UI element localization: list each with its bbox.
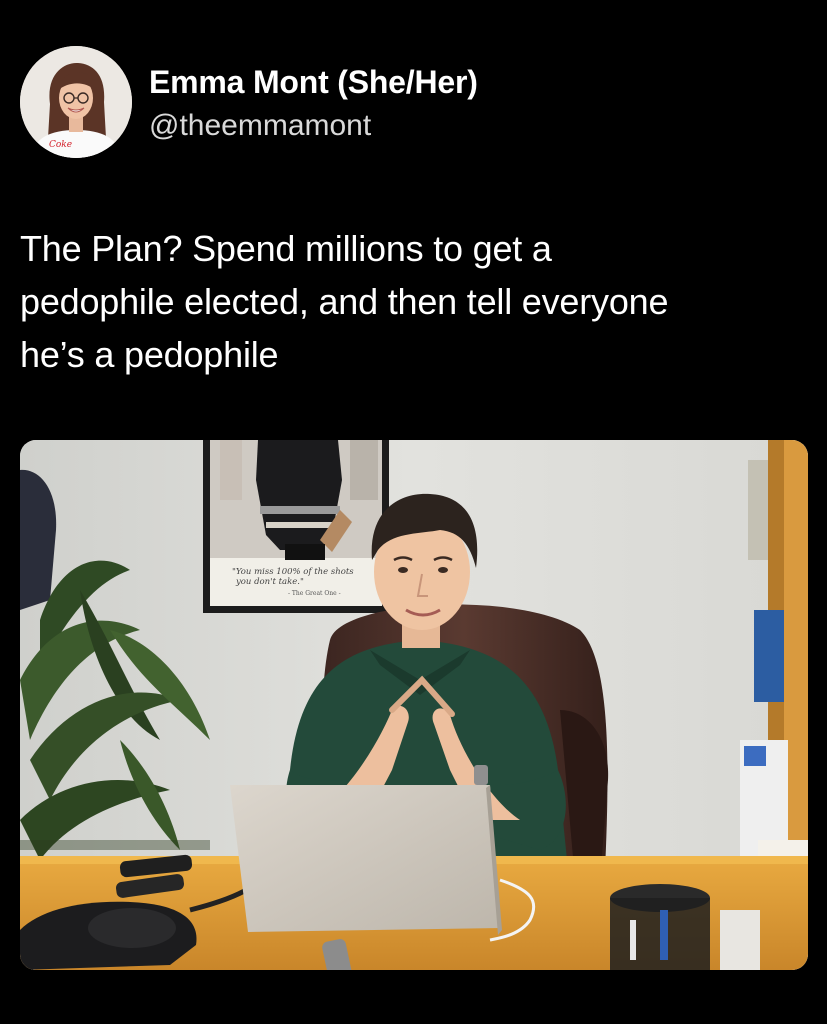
tweet-text-line: he’s a pedophile <box>20 334 279 375</box>
avatar[interactable]: Coke <box>20 46 132 158</box>
tweet-card: Coke Emma Mont (She/Her) @theemmamont Th… <box>0 0 827 1024</box>
poster-quote-line1: "You miss 100% of the shots <box>232 567 354 577</box>
author-handle[interactable]: @theemmamont <box>149 109 371 143</box>
poster-quote-line2: you don't take." <box>235 577 304 587</box>
tweet-text-line: pedophile elected, and then tell everyon… <box>20 281 669 322</box>
avatar-photo-icon: Coke <box>20 46 132 158</box>
tweet-media-image[interactable]: "You miss 100% of the shots you don't ta… <box>20 440 808 970</box>
poster-attribution: - The Great One - <box>288 590 341 597</box>
author-display-name[interactable]: Emma Mont (She/Her) <box>149 64 478 101</box>
office-photo-icon: "You miss 100% of the shots you don't ta… <box>20 440 808 970</box>
avatar-shirt-logo: Coke <box>49 140 72 150</box>
tweet-text-line: The Plan? Spend millions to get a <box>20 228 552 269</box>
tweet-text: The Plan? Spend millions to get a pedoph… <box>20 222 810 381</box>
